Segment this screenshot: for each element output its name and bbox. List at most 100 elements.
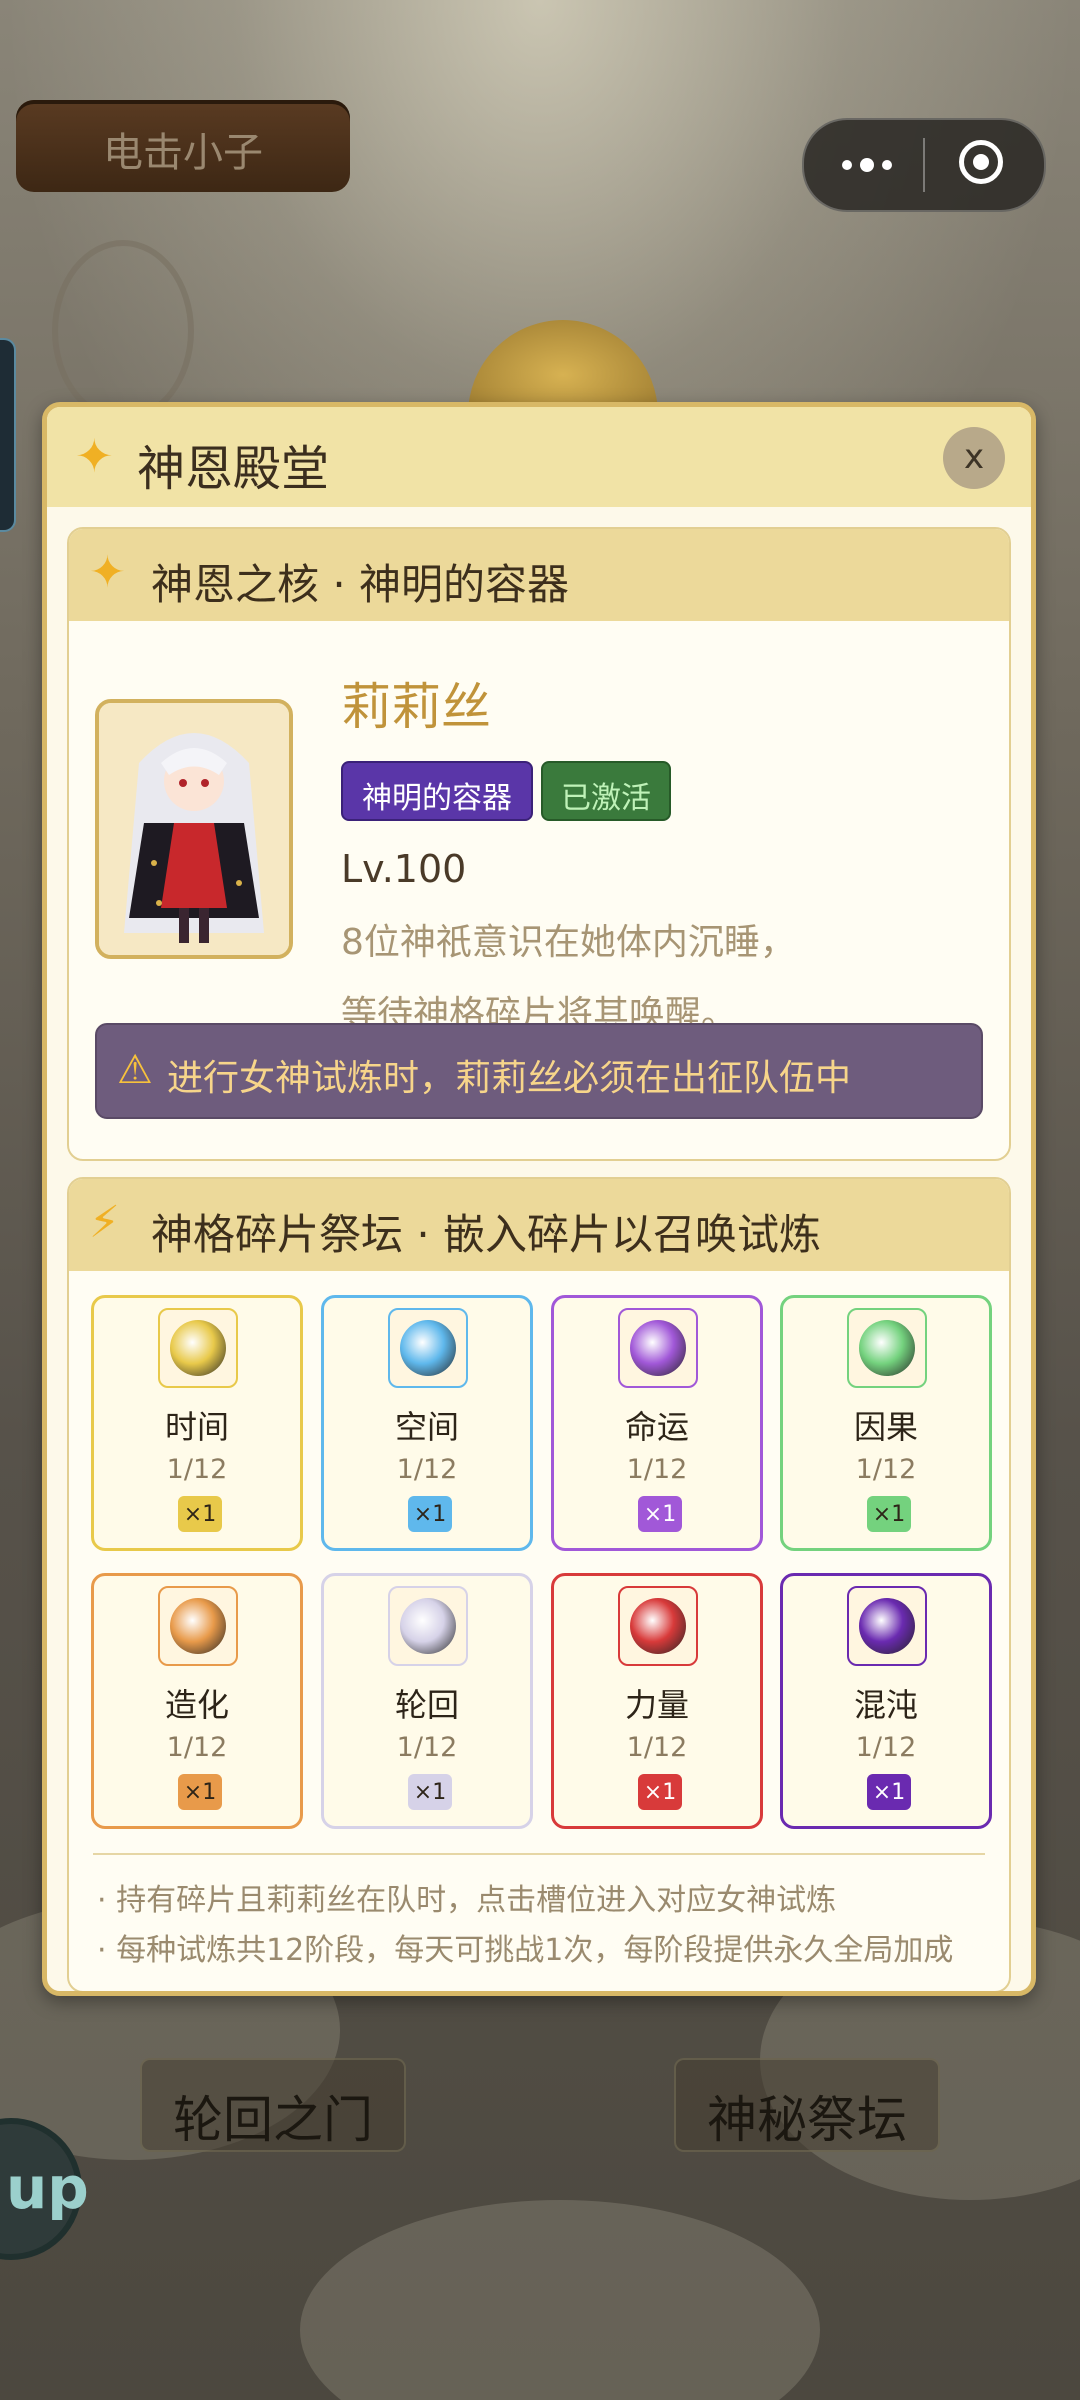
power-orb-icon	[618, 1586, 698, 1666]
divine-hall-modal: ✦ 神恩殿堂 x ✦ 神恩之核 · 神明的容器 莉莉丝 神明的容器 已激活 Lv…	[42, 402, 1036, 1996]
karma-orb-icon	[847, 1308, 927, 1388]
shard-orb	[630, 1598, 686, 1654]
chaos-orb-icon	[847, 1586, 927, 1666]
side-panel-tab[interactable]	[0, 338, 16, 532]
shard-quantity-badge: ×1	[638, 1774, 682, 1810]
mini-program-capsule	[802, 118, 1046, 212]
shard-quantity-badge: ×1	[408, 1496, 452, 1532]
shard-progress: 1/12	[396, 1454, 458, 1485]
shard-progress: 1/12	[855, 1732, 917, 1763]
app-title-sign: 电击小子	[16, 100, 350, 192]
shard-orb	[400, 1320, 456, 1376]
activated-tag-label: 已激活	[561, 781, 651, 816]
divine-core-card: ✦ 神恩之核 · 神明的容器 莉莉丝 神明的容器 已激活 Lv.100 8位神祇…	[67, 527, 1011, 1161]
shard-slot[interactable]: 空间 1/12 ×1	[321, 1295, 533, 1551]
modal-title: 神恩殿堂	[137, 441, 330, 497]
shard-name: 混沌	[853, 1686, 918, 1724]
shard-orb	[170, 1598, 226, 1654]
more-dots-icon[interactable]	[836, 144, 916, 184]
core-card-title: 神恩之核 · 神明的容器	[151, 560, 570, 609]
reincarnation-gate-button[interactable]: 轮回之门	[140, 2058, 406, 2152]
shard-quantity: ×1	[872, 1502, 906, 1527]
vortex-shard-icon	[388, 1308, 468, 1388]
lightning-icon: ⚡	[89, 1197, 120, 1248]
core-card-header: ✦ 神恩之核 · 神明的容器	[69, 529, 1009, 621]
note-line: · 每种试炼共12阶段，每天可挑战1次，每阶段提供永久全局加成	[97, 1933, 954, 1968]
shard-quantity: ×1	[872, 1780, 906, 1805]
sparkle-icon: ✦	[75, 429, 114, 483]
shard-quantity: ×1	[643, 1502, 677, 1527]
shard-name: 因果	[853, 1408, 918, 1446]
mystic-altar-button[interactable]: 神秘祭坛	[674, 2058, 940, 2152]
character-portrait	[95, 699, 293, 959]
close-button[interactable]: x	[943, 427, 1005, 489]
shard-progress: 1/12	[166, 1732, 228, 1763]
shard-progress: 1/12	[626, 1732, 688, 1763]
shard-name: 时间	[164, 1408, 229, 1446]
shard-quantity: ×1	[183, 1502, 217, 1527]
shard-progress: 1/12	[396, 1732, 458, 1763]
shard-quantity-badge: ×1	[178, 1774, 222, 1810]
description-line: 8位神祇意识在她体内沉睡，	[341, 922, 796, 963]
modal-header: ✦ 神恩殿堂 x	[47, 407, 1031, 507]
shard-slot[interactable]: 混沌 1/12 ×1	[780, 1573, 992, 1829]
app-title: 电击小子	[103, 130, 263, 176]
shard-slot[interactable]: 造化 1/12 ×1	[91, 1573, 303, 1829]
shard-orb	[400, 1598, 456, 1654]
warning-icon: ⚠	[117, 1047, 153, 1093]
altar-card-header: ⚡ 神格碎片祭坛 · 嵌入碎片以召唤试炼	[69, 1179, 1009, 1271]
altar-card-title: 神格碎片祭坛 · 嵌入碎片以召唤试炼	[151, 1210, 822, 1259]
shard-quantity-badge: ×1	[408, 1774, 452, 1810]
shard-name: 力量	[624, 1686, 689, 1724]
shard-name: 造化	[164, 1686, 229, 1724]
warning-text: 进行女神试炼时，莉莉丝必须在出征队伍中	[167, 1058, 852, 1099]
shard-orb	[859, 1598, 915, 1654]
shard-slot[interactable]: 力量 1/12 ×1	[551, 1573, 763, 1829]
shard-quantity-badge: ×1	[638, 1496, 682, 1532]
vessel-tag-label: 神明的容器	[362, 781, 512, 816]
shard-slot[interactable]: 命运 1/12 ×1	[551, 1295, 763, 1551]
close-icon: x	[963, 437, 985, 477]
shard-slot[interactable]: 因果 1/12 ×1	[780, 1295, 992, 1551]
shard-slot-grid: 时间 1/12 ×1 空间 1/12 ×1 命运 1/12 ×1 因果 1/12 ×1 造化 1/12 ×1…	[91, 1295, 999, 1829]
shard-name: 空间	[394, 1408, 459, 1446]
shard-slot[interactable]: 时间 1/12 ×1	[91, 1295, 303, 1551]
fate-orb-icon	[618, 1308, 698, 1388]
shard-quantity: ×1	[183, 1780, 217, 1805]
mystic-altar-label: 神秘祭坛	[707, 2091, 907, 2149]
shard-quantity-badge: ×1	[867, 1774, 911, 1810]
shard-orb	[859, 1320, 915, 1376]
warning-banner: ⚠ 进行女神试炼时，莉莉丝必须在出征队伍中	[95, 1023, 983, 1119]
shard-name: 轮回	[394, 1686, 459, 1724]
character-portrait-art	[99, 703, 289, 955]
shard-name: 命运	[624, 1408, 689, 1446]
hourglass-shard-icon	[158, 1308, 238, 1388]
shard-slot[interactable]: 轮回 1/12 ×1	[321, 1573, 533, 1829]
cycle-orb-icon	[388, 1586, 468, 1666]
shard-progress: 1/12	[626, 1454, 688, 1485]
shard-altar-card: ⚡ 神格碎片祭坛 · 嵌入碎片以召唤试炼 时间 1/12 ×1 空间 1/12 ×1 命运 1…	[67, 1177, 1011, 1991]
sparkle-icon: ✦	[89, 547, 126, 598]
cloud-decoration	[300, 2200, 820, 2400]
notes-divider	[93, 1853, 985, 1855]
vessel-tag: 神明的容器	[341, 761, 533, 821]
shard-quantity: ×1	[643, 1780, 677, 1805]
activated-tag: 已激活	[541, 761, 671, 821]
reincarnation-gate-label: 轮回之门	[173, 2091, 373, 2149]
character-level: Lv.100	[341, 847, 467, 891]
shard-quantity: ×1	[413, 1780, 447, 1805]
shard-quantity-badge: ×1	[178, 1496, 222, 1532]
target-icon[interactable]	[959, 140, 1003, 184]
note-line: · 持有碎片且莉莉丝在队时，点击槽位进入对应女神试炼	[97, 1883, 837, 1918]
shard-quantity: ×1	[413, 1502, 447, 1527]
mirror-decoration	[52, 240, 194, 422]
shard-orb	[170, 1320, 226, 1376]
shard-orb	[630, 1320, 686, 1376]
shard-progress: 1/12	[855, 1454, 917, 1485]
shard-progress: 1/12	[166, 1454, 228, 1485]
capsule-divider	[923, 138, 925, 192]
flame-orb-icon	[158, 1586, 238, 1666]
character-name: 莉莉丝	[341, 678, 491, 736]
shard-quantity-badge: ×1	[867, 1496, 911, 1532]
badge-label: up	[6, 2154, 89, 2222]
